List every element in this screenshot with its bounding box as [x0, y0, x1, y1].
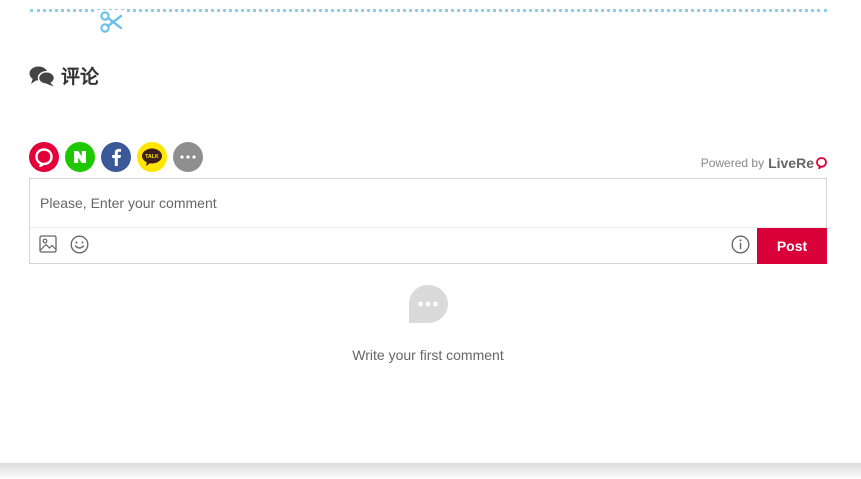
powered-by-text: Powered by [700, 156, 765, 170]
post-button[interactable]: Post [757, 228, 827, 264]
comment-form: Post [29, 178, 827, 264]
empty-comments: Write your first comment [29, 284, 827, 363]
kakaotalk-login-button[interactable]: TALK [137, 142, 167, 172]
kakaotalk-icon: TALK [142, 148, 162, 166]
speech-bubble-icon [409, 285, 448, 323]
powered-by: Powered by LiveRe [701, 155, 827, 171]
info-icon[interactable] [731, 235, 750, 254]
emoticon-icon[interactable] [70, 235, 89, 254]
comment-input[interactable] [30, 179, 826, 228]
naver-login-button[interactable] [65, 142, 95, 172]
more-login-button[interactable] [173, 142, 203, 172]
comments-icon [29, 66, 55, 86]
livere-logo-icon [816, 157, 827, 169]
social-login-row: TALK [29, 142, 209, 172]
scissors-icon [96, 10, 126, 34]
more-icon [180, 155, 196, 159]
facebook-login-button[interactable] [101, 142, 131, 172]
bottom-shadow [0, 463, 861, 479]
livere-brand: LiveRe [768, 155, 814, 171]
livere-login-button[interactable] [29, 142, 59, 172]
comments-heading: 评论 [29, 62, 99, 89]
page-title: 评论 [61, 67, 100, 88]
livere-icon [35, 147, 53, 167]
dotted-separator [30, 9, 827, 34]
empty-message: Write your first comment [352, 347, 504, 363]
svg-text:TALK: TALK [145, 154, 159, 160]
image-upload-icon[interactable] [39, 235, 57, 253]
facebook-icon [112, 148, 121, 166]
naver-icon [74, 151, 86, 163]
